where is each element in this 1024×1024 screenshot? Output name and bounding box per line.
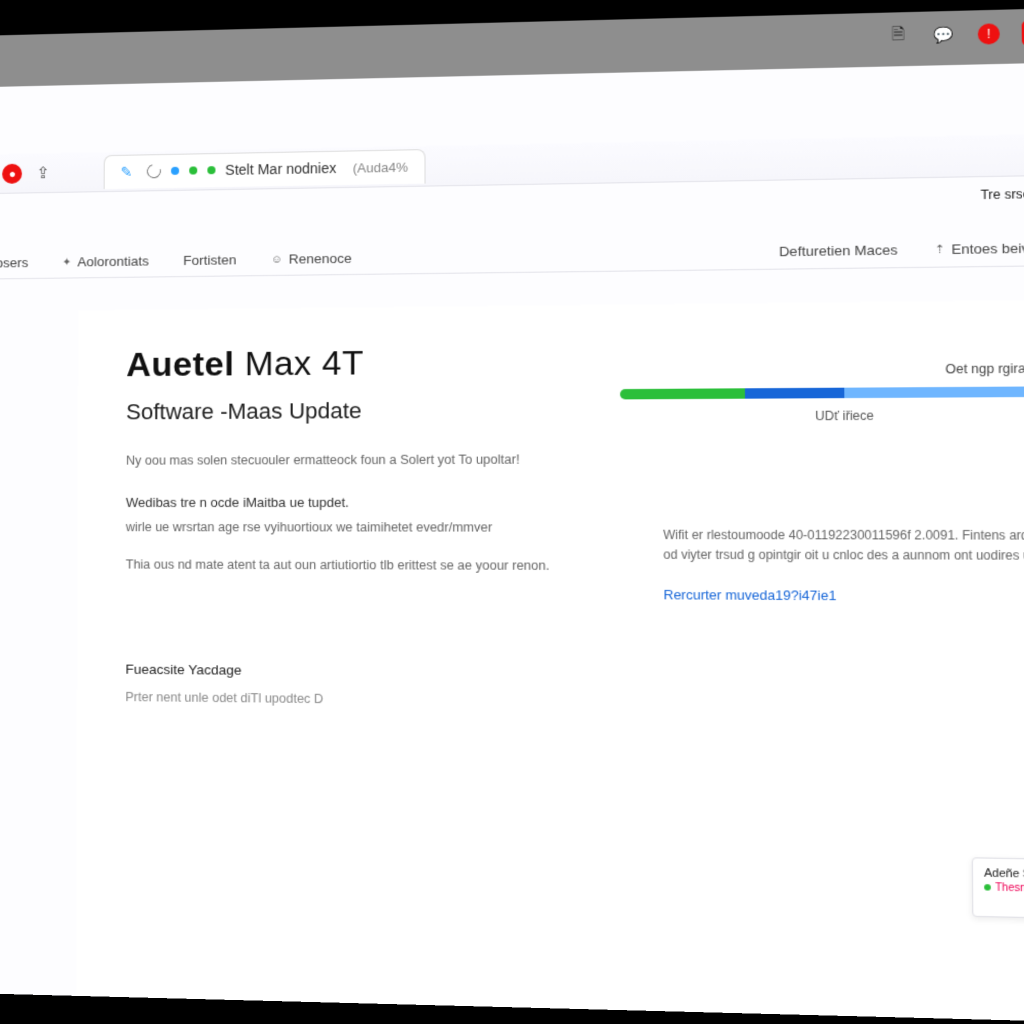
upload-icon: ⇡ (935, 243, 945, 257)
nav-defturetien[interactable]: Defturetien Maces (779, 242, 898, 259)
nav-deapsers[interactable]: Deapsers (0, 255, 28, 271)
doc-icon[interactable]: 🗎 (886, 24, 910, 47)
float-sub: Thesnteces (984, 882, 1024, 896)
chat-icon[interactable]: 💬 (932, 23, 956, 46)
nav-label: Entoes beivk oor ceesee (951, 239, 1024, 257)
progress-bar (620, 386, 1024, 399)
browser-tab[interactable]: ✎ Stelt Mar nodniex (Auda4% (103, 149, 425, 189)
progress-seg-complete (620, 388, 745, 399)
record-icon[interactable]: ● (3, 163, 23, 183)
float-sub-text: Thesnteces (995, 882, 1024, 895)
progress-section: Oet ngp rgiratte 113 UDť iřiece (620, 361, 1024, 424)
status-dot-icon (984, 884, 991, 891)
reload-icon (144, 162, 163, 181)
product-brand: Auetel (126, 345, 234, 384)
product-desc2-body: wirle ue wrsrtan age rse vyihuortioux we… (126, 518, 557, 538)
nav-aolorontiats[interactable]: ✦ Aolorontiats (62, 253, 149, 269)
tab-title: Stelt Mar nodniex (225, 160, 336, 178)
product-subtitle: Software -Maas Update (126, 397, 557, 426)
float-widget[interactable]: Adeñe Sunotle Thesnteces (972, 857, 1024, 919)
status-dot-icon (171, 167, 179, 175)
progress-label: Oet ngp rgiratte 113 (620, 361, 1024, 379)
nav-renenoce[interactable]: ☺ Renenoce (271, 251, 352, 267)
right-link[interactable]: Rercurter muveda19?i47ie1 (621, 587, 1024, 605)
edit-icon: ✎ (121, 163, 133, 180)
product-desc2-title: Wedibas tre n ocde iMaitba ue tupdet. (126, 492, 557, 512)
progress-seg-pending (844, 386, 1024, 398)
progress-seg-active (745, 388, 844, 399)
system-tray: 🗎 💬 ! ▦ ⋯ (886, 19, 1024, 49)
left-column: Auetel Max 4T Software -Maas Update Ny o… (125, 342, 557, 711)
product-title: Auetel Max 4T (126, 342, 556, 385)
status-dot-icon (207, 166, 215, 174)
nav-entoes[interactable]: ⇡ Entoes beivk oor ceesee (935, 239, 1024, 257)
right-desc: Wifit er rlestoumoode 40-01192230011596f… (621, 526, 1024, 566)
status-dot-icon (189, 166, 197, 174)
tab-suffix: (Auda4% (353, 159, 408, 175)
package-title: Fueacsite Yacdage (125, 659, 557, 683)
main-nav: Deapsers ✦ Aolorontiats Fortisten ☺ Reneno… (0, 219, 1024, 280)
share-icon[interactable]: ⇪ (36, 163, 49, 183)
product-desc1: Ny oou mas solen stecuouler ermatteock f… (126, 450, 557, 470)
product-model: Max 4T (245, 344, 364, 383)
content-card: Auetel Max 4T Software -Maas Update Ny o… (76, 299, 1024, 1023)
browser-tabbar: ↩ ● ⇪ ✎ Stelt Mar nodniex (Auda4% (0, 133, 1024, 195)
sparkle-icon: ✦ (62, 256, 71, 269)
nav-fortisten[interactable]: Fortisten (183, 252, 236, 268)
nav-label: Renenoce (289, 251, 352, 267)
top-link[interactable]: Tre srset n svetes (980, 186, 1024, 202)
float-title: Adeñe Sunotle (984, 867, 1024, 882)
progress-sublabel: UDť iřiece (620, 407, 1024, 424)
right-column: Oet ngp rgiratte 113 UDť iřiece Wifit er… (620, 338, 1024, 717)
product-desc3: Thia ous nd mate atent ta aut oun artiut… (126, 555, 557, 575)
package-sub: Prter nent unle odet diTl upodtec D (125, 688, 557, 712)
alert-icon[interactable]: ! (978, 23, 1000, 44)
nav-label: Aolorontiats (77, 253, 149, 269)
user-icon: ☺ (271, 253, 282, 265)
